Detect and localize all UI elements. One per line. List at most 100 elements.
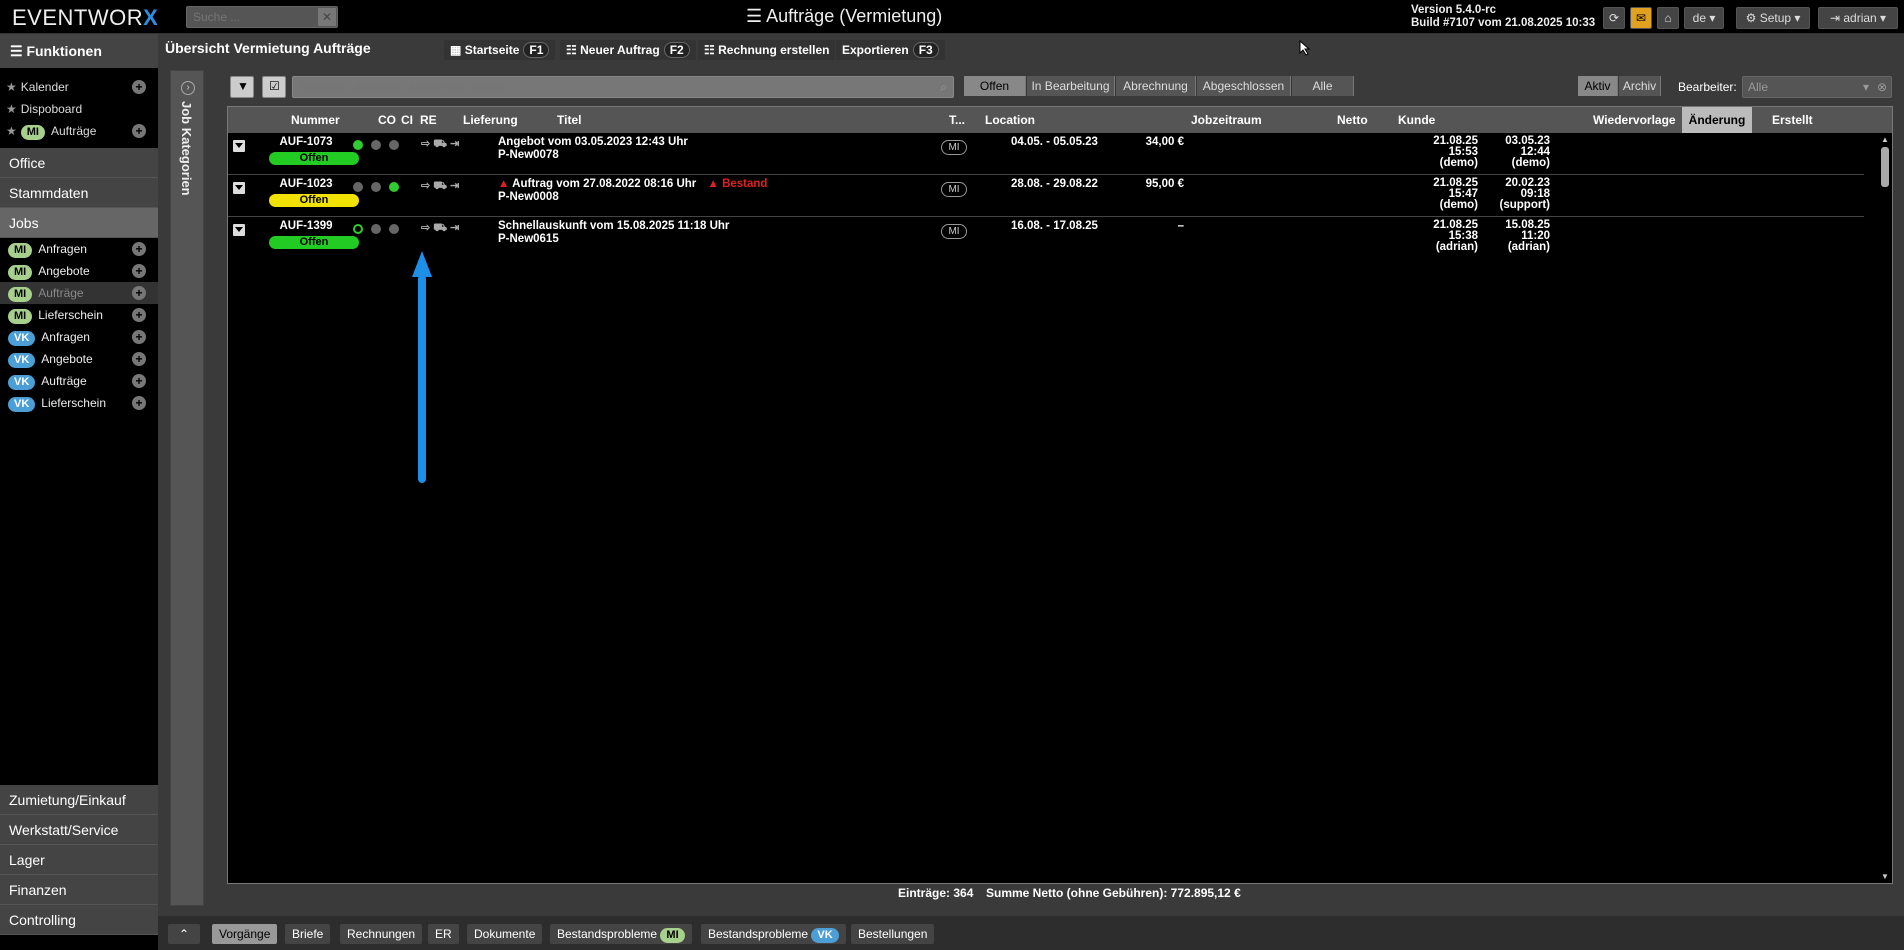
setup-menu[interactable]: ⚙ Setup ▾ [1736, 7, 1810, 29]
scroll-up-icon[interactable]: ▲ [1881, 135, 1889, 144]
global-search-input[interactable] [187, 7, 317, 27]
sidebar-section-controlling[interactable]: Controlling [0, 905, 158, 935]
sidebar-item-vk-lieferschein[interactable]: VK Lieferschein + [0, 392, 158, 414]
add-icon[interactable]: + [132, 396, 146, 410]
col-ci[interactable]: CI [401, 113, 413, 127]
filter-icon[interactable]: ▼ [230, 76, 254, 98]
sidebar-section-jobs[interactable]: Jobs [0, 208, 158, 238]
expand-row-icon[interactable] [233, 140, 245, 152]
tab-bestandsprobleme-mi[interactable]: Bestandsprobleme MI [550, 924, 692, 944]
tab-briefe[interactable]: Briefe [285, 924, 331, 944]
checklist-icon[interactable]: ☑ [262, 76, 286, 98]
col-jobzeitraum[interactable]: Jobzeitraum [1191, 113, 1262, 127]
expand-row-icon[interactable] [233, 224, 245, 236]
job-number[interactable]: AUF-1073 [276, 136, 336, 148]
table-scrollbar[interactable]: ▲ ▼ [1878, 133, 1892, 883]
add-icon[interactable]: + [132, 352, 146, 366]
tab-er[interactable]: ER [428, 924, 459, 944]
add-icon[interactable]: + [132, 124, 146, 138]
sidebar-item-mi-auftraege[interactable]: MI Aufträge + [0, 282, 158, 304]
col-wiedervorlage[interactable]: Wiedervorlage [1593, 113, 1676, 127]
collapse-up-icon[interactable]: ⌃ [168, 924, 200, 944]
sidebar-item-vk-auftraege[interactable]: VK Aufträge + [0, 370, 158, 392]
tab-vorgaenge[interactable]: Vorgänge [212, 924, 278, 944]
tab-bestellungen[interactable]: Bestellungen [851, 924, 935, 944]
job-search-input[interactable] [293, 77, 923, 97]
table-row[interactable]: AUF-1073 Offen ⇨ ⛟ ⇥ Angebot vom 03.05.2… [228, 133, 1864, 175]
tab-dokumente[interactable]: Dokumente [467, 924, 543, 944]
add-icon[interactable]: + [132, 330, 146, 344]
sidebar-section-office[interactable]: Office [0, 148, 158, 178]
sidebar-item-vk-angebote[interactable]: VK Angebote + [0, 348, 158, 370]
neuer-auftrag-button[interactable]: ☷ Neuer Auftrag F2 [560, 40, 696, 60]
jobs-table: Nummer CO CI RE Lieferung Titel T... Loc… [227, 106, 1893, 884]
col-lieferung[interactable]: Lieferung [463, 113, 518, 127]
job-search-field[interactable]: ⌕ [292, 76, 954, 98]
sidebar-section-finanzen[interactable]: Finanzen [0, 875, 158, 905]
tab-abgeschlossen[interactable]: Abgeschlossen [1197, 76, 1291, 96]
add-icon[interactable]: + [132, 242, 146, 256]
tab-aktiv[interactable]: Aktiv [1578, 76, 1618, 96]
global-search[interactable]: ✕ [186, 6, 338, 28]
mail-icon[interactable]: ✉ [1630, 7, 1652, 29]
table-row[interactable]: AUF-1399 Offen ⇨ ⛟ ⇥ Schnellauskunft vom… [228, 217, 1864, 259]
col-co[interactable]: CO [378, 113, 396, 127]
sidebar-section-werkstatt[interactable]: Werkstatt/Service [0, 815, 158, 845]
sidebar-fav-kalender[interactable]: ★ Kalender + [0, 76, 158, 98]
rechnung-erstellen-button[interactable]: ☷ Rechnung erstellen [698, 40, 836, 60]
expand-row-icon[interactable] [233, 182, 245, 194]
add-icon[interactable]: + [132, 374, 146, 388]
sidebar-section-lager[interactable]: Lager [0, 845, 158, 875]
netto-value: 34,00 € [1145, 136, 1184, 148]
add-icon[interactable]: + [132, 286, 146, 300]
table-row[interactable]: AUF-1023 Offen ⇨ ⛟ ⇥ ▲ Auftrag vom 27.08… [228, 175, 1864, 217]
sidebar-header[interactable]: ☰ Funktionen [0, 34, 158, 68]
app-logo[interactable]: EVENTWORX [12, 5, 158, 31]
col-netto[interactable]: Netto [1337, 113, 1368, 127]
scroll-down-icon[interactable]: ▼ [1881, 872, 1889, 881]
job-kategorien-panel[interactable]: › Job Kategorien [170, 70, 204, 906]
sidebar-section-stammdaten[interactable]: Stammdaten [0, 178, 158, 208]
sidebar-item-mi-lieferschein[interactable]: MI Lieferschein + [0, 304, 158, 326]
sidebar-item-vk-anfragen[interactable]: VK Anfragen + [0, 326, 158, 348]
refresh-icon[interactable]: ⟳ [1603, 7, 1625, 29]
col-titel[interactable]: Titel [557, 113, 581, 127]
add-icon[interactable]: + [132, 308, 146, 322]
job-period: 16.08. - 17.08.25 [1011, 220, 1098, 232]
col-kunde[interactable]: Kunde [1398, 113, 1435, 127]
tab-in-bearbeitung[interactable]: In Bearbeitung [1027, 76, 1115, 96]
bearbeiter-select[interactable]: Alle ▾ ⊗ [1742, 76, 1892, 98]
user-menu[interactable]: ⇥ adrian ▾ [1818, 7, 1898, 29]
col-nummer[interactable]: Nummer [291, 113, 340, 127]
sidebar-item-mi-angebote[interactable]: MI Angebote + [0, 260, 158, 282]
tab-alle[interactable]: Alle [1292, 76, 1354, 96]
col-erstellt[interactable]: Erstellt [1772, 113, 1813, 127]
job-number[interactable]: AUF-1399 [276, 220, 336, 232]
exportieren-button[interactable]: Exportieren F3 [836, 40, 945, 60]
clear-search-icon[interactable]: ✕ [318, 8, 336, 26]
sidebar-fav-dispoboard[interactable]: ★ Dispoboard [0, 98, 158, 120]
startseite-button[interactable]: ▦ Startseite F1 [444, 40, 556, 60]
expand-panel-icon[interactable]: › [181, 81, 195, 95]
job-number[interactable]: AUF-1023 [276, 178, 336, 190]
add-icon[interactable]: + [132, 264, 146, 278]
sidebar-section-zumietung[interactable]: Zumietung/Einkauf [0, 785, 158, 815]
add-icon[interactable]: + [132, 80, 146, 94]
col-typ[interactable]: T... [949, 113, 965, 127]
tab-abrechnung[interactable]: Abrechnung [1116, 76, 1196, 96]
scroll-thumb[interactable] [1881, 147, 1889, 187]
tab-offen[interactable]: Offen [964, 76, 1026, 96]
sidebar-item-mi-anfragen[interactable]: MI Anfragen + [0, 238, 158, 260]
tab-archiv[interactable]: Archiv [1619, 76, 1661, 96]
home-icon[interactable]: ⌂ [1657, 7, 1679, 29]
col-location[interactable]: Location [985, 113, 1035, 127]
sidebar-fav-auftraege[interactable]: ★ MI Aufträge + [0, 120, 158, 142]
bestand-warning[interactable]: Bestand [722, 178, 767, 190]
col-re[interactable]: RE [420, 113, 437, 127]
tab-rechnungen[interactable]: Rechnungen [340, 924, 423, 944]
language-select[interactable]: de ▾ [1684, 7, 1724, 29]
col-aenderung[interactable]: Änderung [1682, 107, 1752, 133]
tab-bestandsprobleme-vk[interactable]: Bestandsprobleme VK [701, 924, 846, 944]
clear-icon[interactable]: ⊗ [1877, 80, 1887, 94]
job-type-badge: MI [941, 140, 967, 155]
